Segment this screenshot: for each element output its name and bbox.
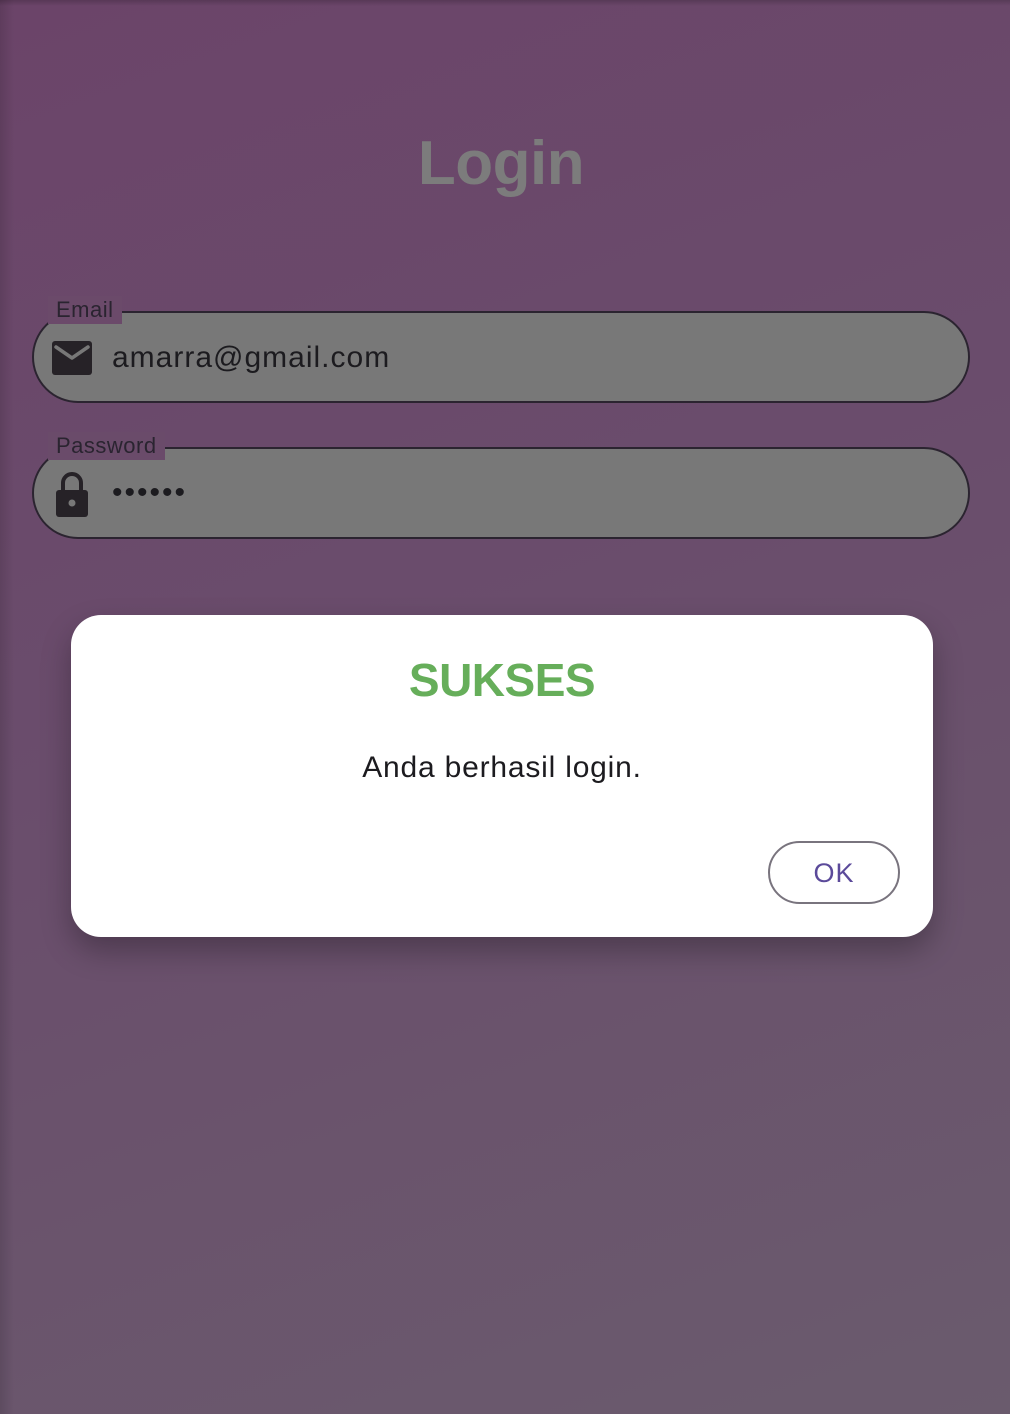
email-input[interactable]: amarra@gmail.com <box>112 313 390 401</box>
edge-shadow <box>0 0 14 1414</box>
email-field-label: Email <box>48 296 122 324</box>
success-dialog: SUKSES Anda berhasil login. OK <box>71 615 933 937</box>
dialog-message: Anda berhasil login. <box>362 751 642 784</box>
ok-button[interactable]: OK <box>768 841 900 904</box>
mail-icon <box>52 341 92 377</box>
dialog-title: SUKSES <box>408 654 596 706</box>
login-screen: Login Email amarra@gmail.com Password ••… <box>0 0 1010 1414</box>
lock-icon <box>54 471 90 517</box>
page-title: Login <box>417 129 585 198</box>
status-shadow <box>0 0 1010 6</box>
email-field[interactable]: Email amarra@gmail.com <box>32 296 970 403</box>
password-input[interactable]: •••••• <box>112 449 187 537</box>
password-field[interactable]: Password •••••• <box>32 432 970 539</box>
